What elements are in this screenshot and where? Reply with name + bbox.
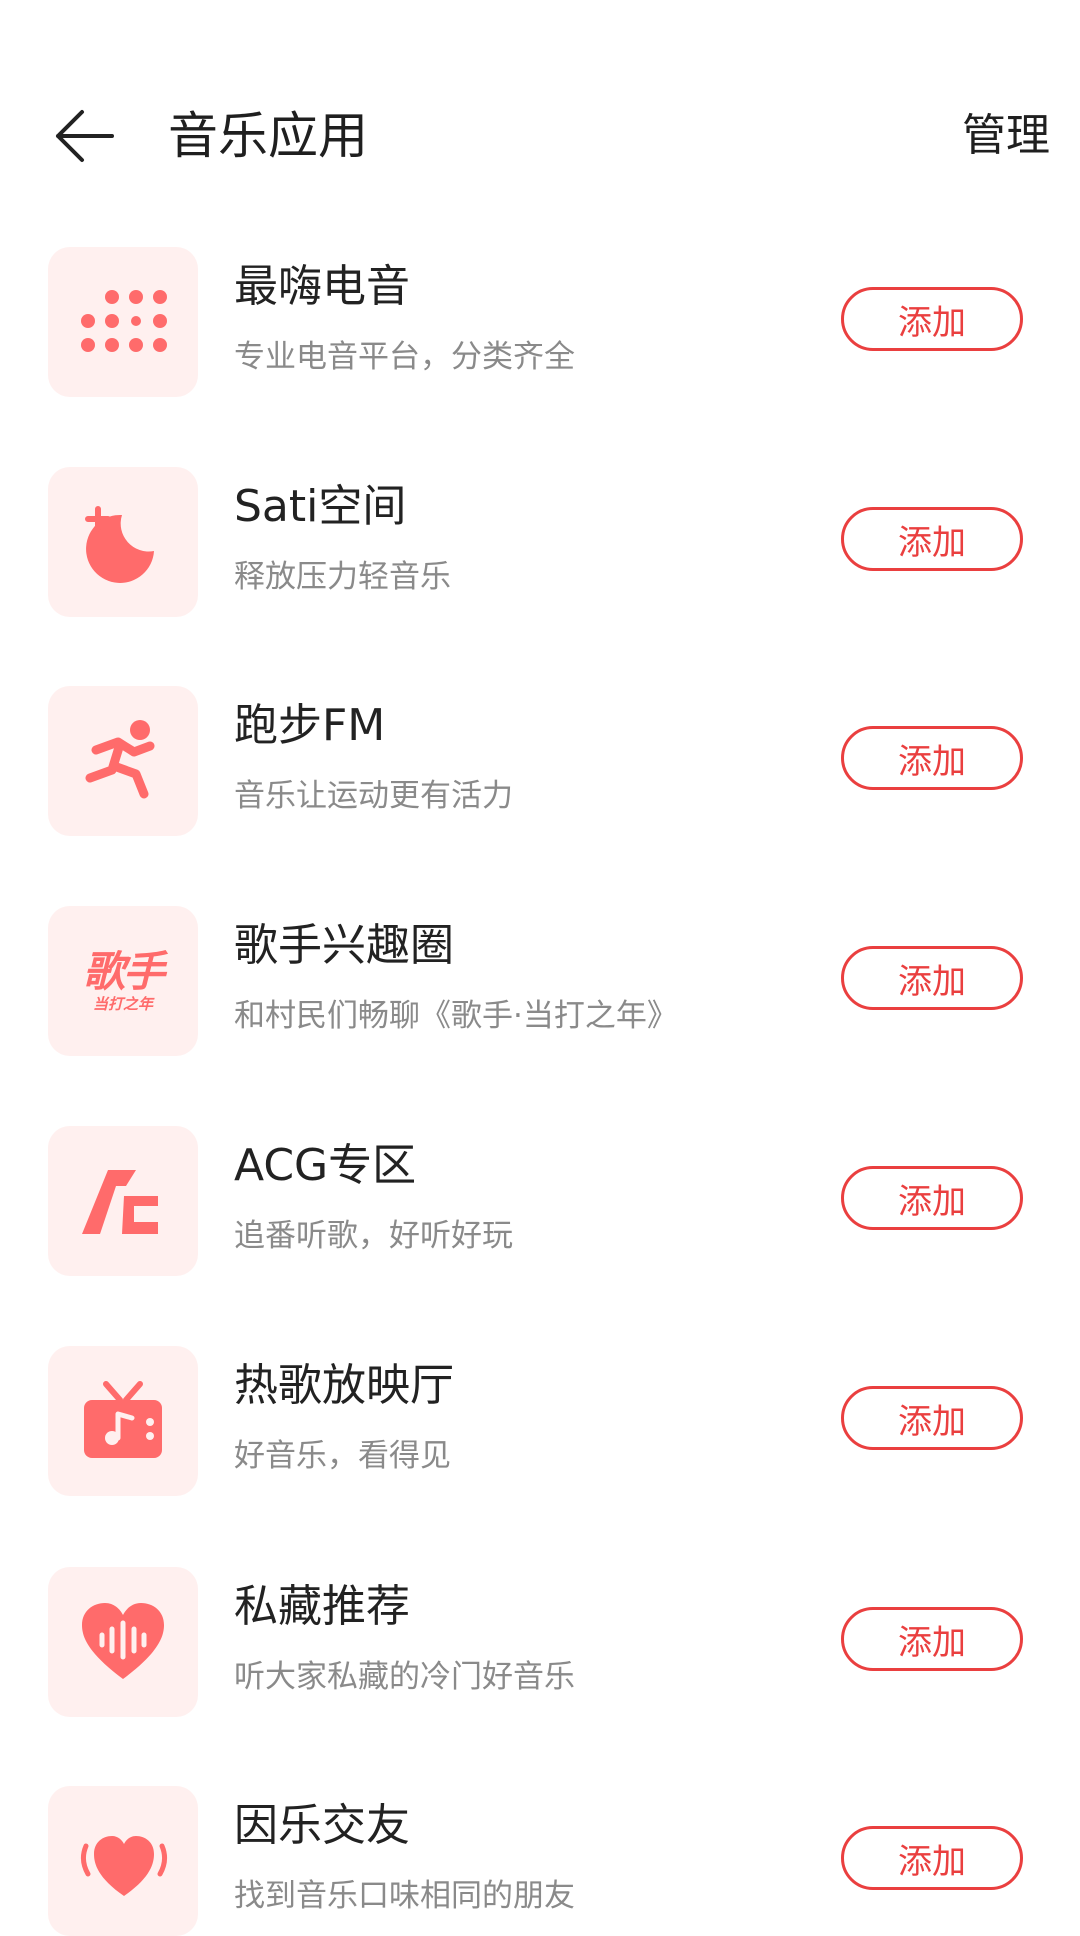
add-button[interactable]: 添加 — [841, 287, 1023, 351]
add-button[interactable]: 添加 — [841, 946, 1023, 1010]
heart-sound-icon — [80, 1836, 168, 1896]
add-button[interactable]: 添加 — [841, 507, 1023, 571]
app-name: 私藏推荐 — [234, 1581, 410, 1632]
list-item-running-fm[interactable]: 跑步FM 音乐让运动更有活力 添加 — [0, 686, 1080, 836]
app-icon-tile — [48, 686, 198, 836]
singer-logo-text: 歌手 — [82, 947, 165, 996]
tv-music-icon — [84, 1381, 162, 1458]
add-button[interactable]: 添加 — [841, 1166, 1023, 1230]
back-arrow-icon — [56, 110, 114, 162]
list-item-private-picks[interactable]: 私藏推荐 听大家私藏的冷门好音乐 添加 — [0, 1567, 1080, 1717]
list-item-zuihai[interactable]: 最嗨电音 专业电音平台，分类齐全 添加 — [0, 247, 1080, 397]
dots-grid-icon — [81, 290, 167, 352]
add-button[interactable]: 添加 — [841, 1386, 1023, 1450]
app-icon-tile — [48, 467, 198, 617]
app-description: 专业电音平台，分类齐全 — [234, 339, 575, 375]
acg-logo-icon — [82, 1170, 158, 1234]
app-icon-tile — [48, 1126, 198, 1276]
add-button[interactable]: 添加 — [841, 1607, 1023, 1671]
app-name: 歌手兴趣圈 — [234, 920, 454, 971]
app-name: 热歌放映厅 — [234, 1360, 454, 1411]
app-description: 释放压力轻音乐 — [234, 559, 451, 595]
list-item-acg[interactable]: ACG专区 追番听歌，好听好玩 添加 — [0, 1126, 1080, 1276]
header-bar: 音乐应用 管理 — [0, 60, 1080, 200]
app-name: ACG专区 — [234, 1140, 417, 1191]
app-icon-tile — [48, 1786, 198, 1936]
manage-button[interactable]: 管理 — [962, 100, 1050, 172]
app-icon-tile: 歌手 当打之年 — [48, 906, 198, 1056]
app-icon-tile — [48, 1567, 198, 1717]
moon-plus-icon — [85, 506, 154, 583]
add-button[interactable]: 添加 — [841, 726, 1023, 790]
list-item-sati[interactable]: Sati空间 释放压力轻音乐 添加 — [0, 467, 1080, 617]
app-name: Sati空间 — [234, 481, 407, 532]
heart-wave-icon — [82, 1603, 164, 1679]
add-button[interactable]: 添加 — [841, 1826, 1023, 1890]
back-button[interactable] — [48, 100, 120, 172]
singer-logo-icon: 歌手 当打之年 — [82, 947, 165, 1014]
app-name: 最嗨电音 — [234, 261, 410, 312]
list-item-singer[interactable]: 歌手 当打之年 歌手兴趣圈 和村民们畅聊《歌手·当打之年》 添加 — [0, 906, 1080, 1056]
app-description: 追番听歌，好听好玩 — [234, 1218, 513, 1254]
app-icon-tile — [48, 1346, 198, 1496]
singer-logo-subtext: 当打之年 — [92, 995, 153, 1013]
running-person-icon — [85, 720, 155, 799]
page-title: 音乐应用 — [168, 107, 368, 165]
app-description: 音乐让运动更有活力 — [234, 778, 513, 814]
app-description: 和村民们畅聊《歌手·当打之年》 — [234, 998, 678, 1034]
app-description: 听大家私藏的冷门好音乐 — [234, 1659, 575, 1695]
list-item-music-friends[interactable]: 因乐交友 找到音乐口味相同的朋友 添加 — [0, 1786, 1080, 1936]
app-name: 跑步FM — [234, 700, 386, 751]
app-icon-tile — [48, 247, 198, 397]
app-name: 因乐交友 — [234, 1800, 410, 1851]
list-item-hot-songs[interactable]: 热歌放映厅 好音乐，看得见 添加 — [0, 1346, 1080, 1496]
app-description: 好音乐，看得见 — [234, 1438, 451, 1474]
app-description: 找到音乐口味相同的朋友 — [234, 1878, 575, 1914]
